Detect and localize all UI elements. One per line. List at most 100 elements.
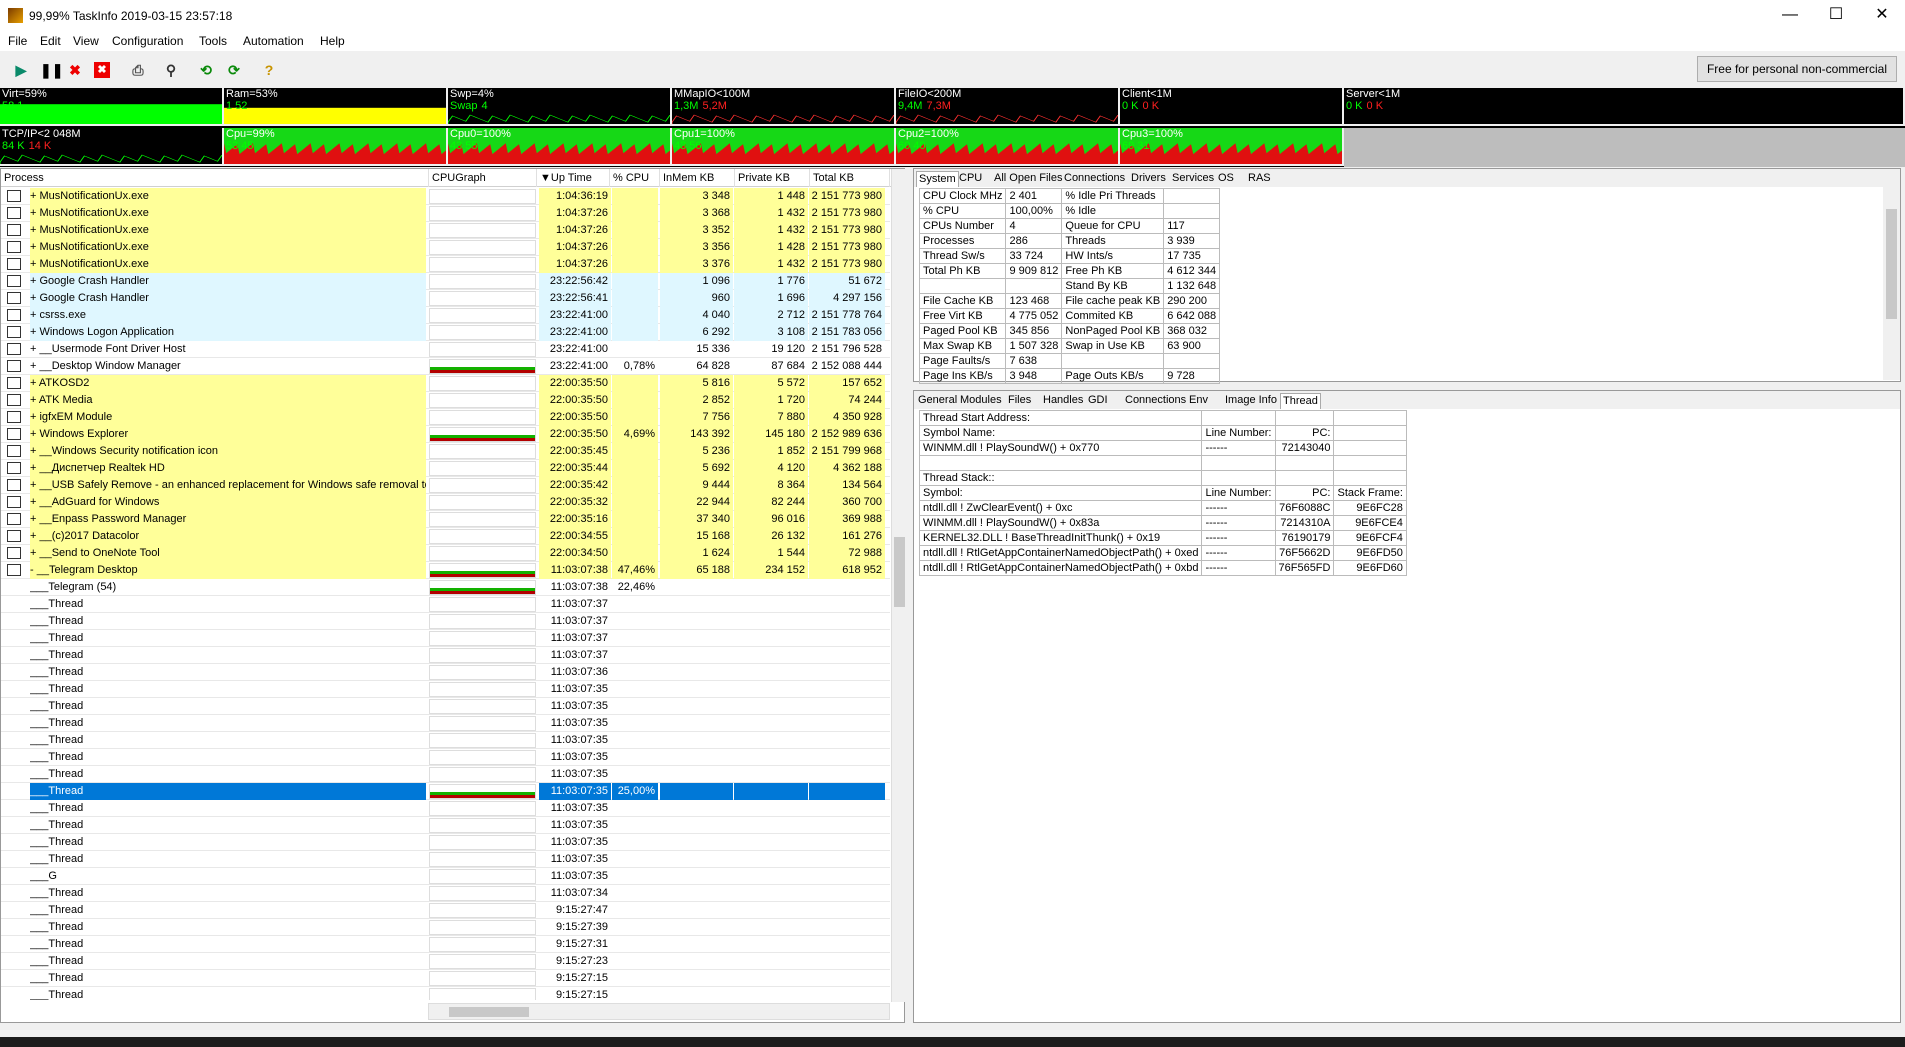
tab-general[interactable]: General: [916, 393, 959, 409]
process-row[interactable]: ___Thread 11:03:07:35: [1, 834, 890, 851]
process-row[interactable]: ___Thread 11:03:07:35: [1, 817, 890, 834]
col-inmem[interactable]: InMem KB: [660, 169, 735, 187]
process-row[interactable]: ___Thread 9:15:27:15: [1, 987, 890, 1000]
process-row[interactable]: + __Send to OneNote Tool 22:00:34:50 1 624…: [1, 545, 890, 562]
process-row[interactable]: + __Usermode Font Driver Host 23:22:41:00…: [1, 341, 890, 358]
process-row[interactable]: + MusNotificationUx.exe 1:04:37:26 3 376 1 …: [1, 256, 890, 273]
process-row[interactable]: + __Desktop Window Manager 23:22:41:00 0,7…: [1, 358, 890, 375]
thread-row[interactable]: WINMM.dll ! PlaySoundW() + 0x83a ------ 72…: [918, 515, 1407, 531]
col-process[interactable]: Process: [1, 169, 429, 187]
process-row[interactable]: + __(c)2017 Datacolor 22:00:34:55 15 168 26…: [1, 528, 890, 545]
tab-thread[interactable]: Thread: [1280, 393, 1321, 409]
menu-help[interactable]: Help: [320, 34, 345, 48]
process-row[interactable]: ___Thread 11:03:07:37: [1, 613, 890, 630]
process-row[interactable]: + __AdGuard for Windows 22:00:35:32 22 944…: [1, 494, 890, 511]
tab-image-info[interactable]: Image Info: [1223, 393, 1279, 409]
tab-drivers[interactable]: Drivers: [1129, 171, 1168, 187]
process-row[interactable]: + Windows Explorer 22:00:35:50 4,69% 143 39…: [1, 426, 890, 443]
tab-files[interactable]: Files: [1006, 393, 1033, 409]
thread-row[interactable]: WINMM.dll ! PlaySoundW() + 0x770 ------ 72…: [918, 440, 1407, 456]
thread-row[interactable]: ntdll.dll ! RtlGetAppContainerNamedObjec…: [918, 560, 1407, 576]
menu-tools[interactable]: Tools: [199, 34, 227, 48]
kill-icon[interactable]: ✖: [67, 62, 83, 78]
process-row[interactable]: ___Thread 11:03:07:37: [1, 596, 890, 613]
process-row[interactable]: + __Диспетчер Realtek HD 22:00:35:44 5 692…: [1, 460, 890, 477]
process-row[interactable]: ___Thread 11:03:07:35: [1, 715, 890, 732]
system-scrollbar[interactable]: [1883, 187, 1900, 380]
minimize-button[interactable]: —: [1767, 0, 1813, 31]
process-row[interactable]: ___Thread 11:03:07:35: [1, 766, 890, 783]
process-row[interactable]: ___G 11:03:07:35: [1, 868, 890, 885]
tab-connections[interactable]: Connections: [1062, 171, 1127, 187]
menu-edit[interactable]: Edit: [40, 34, 61, 48]
process-row[interactable]: + __Windows Security notification icon 22…: [1, 443, 890, 460]
tab-env[interactable]: Env: [1187, 393, 1210, 409]
process-row[interactable]: ___Thread 9:15:27:47: [1, 902, 890, 919]
maximize-button[interactable]: ☐: [1813, 0, 1859, 31]
process-row[interactable]: + MusNotificationUx.exe 1:04:36:19 3 348 1 …: [1, 188, 890, 205]
process-horizontal-scrollbar[interactable]: [428, 1003, 890, 1020]
tab-handles[interactable]: Handles: [1041, 393, 1085, 409]
thread-row[interactable]: ntdll.dll ! ZwClearEvent() + 0xc ------ 76…: [918, 500, 1407, 516]
refresh-icon[interactable]: ⟲: [198, 62, 214, 78]
tab-connections-detail[interactable]: Connections: [1123, 393, 1188, 409]
process-vertical-scrollbar[interactable]: [891, 169, 906, 1002]
menu-configuration[interactable]: Configuration: [112, 34, 183, 48]
process-row[interactable]: + csrss.exe 23:22:41:00 4 040 2 712 2 151 77…: [1, 307, 890, 324]
process-row[interactable]: + MusNotificationUx.exe 1:04:37:26 3 356 1 …: [1, 239, 890, 256]
process-row[interactable]: ___Thread 11:03:07:37: [1, 647, 890, 664]
process-row[interactable]: ___Thread 11:03:07:35: [1, 698, 890, 715]
tab-ras[interactable]: RAS: [1246, 171, 1273, 187]
tab-system[interactable]: System: [916, 171, 959, 187]
kill-tree-icon[interactable]: ✖: [94, 62, 110, 78]
col-cpugraph[interactable]: CPUGraph: [429, 169, 537, 187]
help-icon[interactable]: ?: [261, 62, 277, 78]
process-row[interactable]: + Windows Logon Application 23:22:41:00 6 …: [1, 324, 890, 341]
process-row[interactable]: + Google Crash Handler 23:22:56:41 960 1 69…: [1, 290, 890, 307]
tab-cpu[interactable]: CPU: [957, 171, 984, 187]
properties-icon[interactable]: ⎙: [130, 62, 146, 78]
process-row[interactable]: ___Thread 9:15:27:31: [1, 936, 890, 953]
tab-all-open-files[interactable]: All Open Files: [992, 171, 1064, 187]
col-cpu[interactable]: % CPU: [610, 169, 660, 187]
tab-services[interactable]: Services: [1170, 171, 1216, 187]
scroll-thumb[interactable]: [894, 537, 905, 607]
col-private[interactable]: Private KB: [735, 169, 810, 187]
thread-row[interactable]: KERNEL32.DLL ! BaseThreadInitThunk() + 0…: [918, 530, 1407, 546]
process-row[interactable]: ___Thread 11:03:07:34: [1, 885, 890, 902]
process-row[interactable]: + igfxEM Module 22:00:35:50 7 756 7 880 4 35…: [1, 409, 890, 426]
scroll-thumb[interactable]: [449, 1007, 529, 1017]
tab-os[interactable]: OS: [1216, 171, 1236, 187]
find-icon[interactable]: ⚲: [163, 62, 179, 78]
process-row[interactable]: + __Enpass Password Manager 22:00:35:16 37…: [1, 511, 890, 528]
process-row[interactable]: ___Thread 11:03:07:35: [1, 732, 890, 749]
process-row[interactable]: ___Thread 9:15:27:39: [1, 919, 890, 936]
scroll-thumb[interactable]: [1886, 209, 1897, 319]
tab-gdi[interactable]: GDI: [1086, 393, 1110, 409]
thread-row[interactable]: Thread Stack::: [918, 470, 1407, 486]
process-row[interactable]: ___Thread 9:15:27:23: [1, 953, 890, 970]
process-row[interactable]: + Google Crash Handler 23:22:56:42 1 096 1 …: [1, 273, 890, 290]
thread-row[interactable]: Symbol: Line Number: PC: Stack Frame:: [918, 485, 1407, 501]
play-icon[interactable]: ▶: [13, 62, 29, 78]
thread-row[interactable]: Symbol Name: Line Number: PC:: [918, 425, 1407, 441]
process-row[interactable]: + ATK Media 22:00:35:50 2 852 1 720 74 244: [1, 392, 890, 409]
process-row[interactable]: ___Thread 11:03:07:35: [1, 749, 890, 766]
menu-automation[interactable]: Automation: [243, 34, 304, 48]
process-row[interactable]: + MusNotificationUx.exe 1:04:37:26 3 352 1 …: [1, 222, 890, 239]
thread-row[interactable]: [918, 455, 1407, 471]
col-uptime[interactable]: ▼Up Time: [537, 169, 610, 187]
menu-file[interactable]: File: [8, 34, 27, 48]
process-row[interactable]: + ATKOSD2 22:00:35:50 5 816 5 572 157 652: [1, 375, 890, 392]
process-row[interactable]: + __USB Safely Remove - an enhanced repl…: [1, 477, 890, 494]
process-row[interactable]: ___Thread 11:03:07:35: [1, 800, 890, 817]
process-row[interactable]: - __Telegram Desktop 11:03:07:38 47,46% 65 …: [1, 562, 890, 579]
process-row[interactable]: ___Thread 11:03:07:37: [1, 630, 890, 647]
process-row[interactable]: ___Thread 9:15:27:15: [1, 970, 890, 987]
close-button[interactable]: ✕: [1859, 0, 1905, 31]
pause-icon[interactable]: ❚❚: [40, 62, 63, 78]
process-row[interactable]: ___Thread 11:03:07:36: [1, 664, 890, 681]
process-row[interactable]: ___Telegram (54) 11:03:07:38 22,46%: [1, 579, 890, 596]
free-license-button[interactable]: Free for personal non-commercial use: [1697, 56, 1897, 100]
menu-view[interactable]: View: [73, 34, 99, 48]
